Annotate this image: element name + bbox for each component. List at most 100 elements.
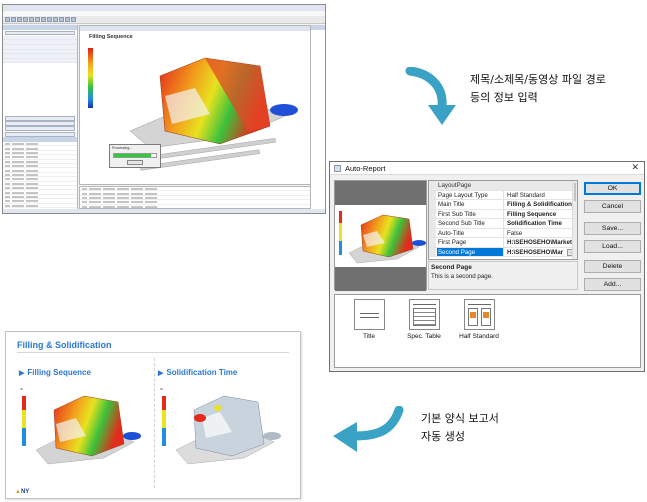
template-label: Spec. Table [407,333,441,340]
property-name: First Page [437,238,504,247]
property-category-row[interactable]: LayoutPage [429,181,577,191]
left-panel-button[interactable] [5,126,75,132]
right-tree-header [311,25,325,30]
report-subtitle-1-text: Filling Sequence [27,368,91,377]
template-spec-table[interactable]: Spec. Table [398,299,450,340]
step1-annotation: 제목/소제목/동영상 파일 경로 등의 정보 입력 [470,71,606,107]
property-value[interactable]: Filling Sequence [505,210,577,219]
title-layout-icon [353,299,385,330]
progress-caption: Processing... [112,146,133,150]
load-button[interactable]: Load... [584,240,641,253]
template-label: Half Standard [459,333,499,340]
progress-bar [113,153,157,158]
toolbar-rotate-icon[interactable] [71,17,76,22]
ok-button[interactable]: OK [584,182,641,195]
progress-dialog: Processing... [109,144,161,168]
report-subtitle-2-text: Solidification Time [166,368,238,377]
report-filling-image [20,388,141,465]
description-text: This is a second page. [431,273,493,280]
step1-line2: 등의 정보 입력 [470,91,538,104]
property-value[interactable]: H:\SEHOSEHO\Mar [505,248,566,257]
report-page-preview [334,180,427,291]
template-title[interactable]: Title [343,299,395,340]
report-subtitle-2: ▶ Solidification Time [158,368,237,377]
half-standard-layout-icon [463,299,495,330]
property-category-label: LayoutPage [438,182,472,189]
property-grid[interactable]: LayoutPage Page Layout Type Half Standar… [428,180,578,260]
property-row[interactable]: Page Layout Type Half Standard [429,190,577,200]
preview-bottom-band [335,267,426,291]
left-panel-blank [3,63,77,116]
toolbar-report-icon[interactable] [53,17,58,22]
toolbar-zoom-icon[interactable] [65,17,70,22]
cancel-button[interactable]: Cancel [584,200,641,213]
spec-table-layout-icon [408,299,440,330]
property-value[interactable]: Filling & Solidification [505,200,577,209]
toolbar-save-icon[interactable] [17,17,22,22]
app-right-tree [310,25,325,209]
property-description: Second Page This is a second page. [428,261,578,290]
description-title: Second Page [431,264,472,271]
step2-line2: 자동 생성 [421,430,465,443]
property-value[interactable]: H:\SEHOSEHO\Market [505,238,577,247]
property-row-selected[interactable]: Second Page H:\SEHOSEHO\Mar ... [429,247,577,257]
toolbar-new-icon[interactable] [5,17,10,22]
toolbar-open-icon[interactable] [11,17,16,22]
generated-report-page: Filling & Solidification ▶ Filling Sequen… [5,331,301,499]
progress-cancel-button[interactable] [127,160,143,165]
property-value[interactable]: Half Standard [505,191,577,200]
left-panel-button[interactable] [5,121,75,126]
curved-arrow-down-icon [405,67,456,125]
report-column-divider [154,358,155,488]
report-title-rule [17,352,289,353]
step2-annotation: 기본 양식 보고서 자동 생성 [421,410,499,446]
dialog-title: Auto-Report [345,164,386,173]
property-grid-scrollbar[interactable] [572,181,577,259]
step2-line1: 기본 양식 보고서 [421,412,499,425]
toolbar-result-icon[interactable] [47,17,52,22]
viewport-tab[interactable] [80,26,310,31]
step1-line1: 제목/소제목/동영상 파일 경로 [470,73,606,86]
template-half-standard[interactable]: Half Standard [453,299,505,340]
toolbar-mesh-icon[interactable] [35,17,40,22]
toolbar-solve-icon[interactable] [41,17,46,22]
preview-top-band [335,181,426,205]
property-row[interactable]: Main Title Filling & Solidification [429,200,577,210]
property-row[interactable]: First Page H:\SEHOSEHO\Market [429,238,577,248]
app-toolbar [3,16,325,24]
app-icon [334,165,341,172]
toolbar-undo-icon[interactable] [23,17,28,22]
left-panel-button[interactable] [5,115,75,121]
3d-viewport[interactable]: Filling Sequence Processing... [79,25,311,185]
left-panel-button[interactable] [5,131,75,137]
color-legend [88,48,93,108]
triangle-right-icon: ▶ [19,370,25,377]
property-row[interactable]: Auto-Title False [429,228,577,238]
property-value[interactable]: Solidification Time [505,219,577,228]
report-main-title: Filling & Solidification [17,340,112,350]
add-button[interactable]: Add... [584,278,641,291]
save-button[interactable]: Save... [584,222,641,235]
triangle-right-icon: ▶ [158,370,164,377]
report-logo: ▲NY [15,489,30,495]
property-row[interactable]: First Sub Title Filling Sequence [429,209,577,219]
report-subtitle-1: ▶ Filling Sequence [19,368,91,377]
toolbar-view-icon[interactable] [59,17,64,22]
left-panel-button[interactable] [5,30,75,36]
cae-application-window: Filling Sequence Processing... [2,4,326,214]
left-panel-header [3,25,77,30]
report-solidification-image [160,388,281,465]
app-status-bar [3,209,325,213]
property-row[interactable]: Second Sub Title Solidification Time [429,219,577,229]
dialog-title-bar: Auto-Report ✕ [330,162,644,175]
property-value[interactable]: False [505,229,577,238]
preview-casting-image [339,211,426,264]
template-label: Title [362,333,376,340]
curved-arrow-left-icon [333,406,404,452]
layout-template-list: Title Spec. Table Half Standard [334,294,641,368]
delete-button[interactable]: Delete [584,260,641,273]
close-icon[interactable]: ✕ [631,162,639,173]
toolbar-redo-icon[interactable] [29,17,34,22]
property-name: Auto-Title [437,228,504,237]
app-left-panel [3,25,78,209]
